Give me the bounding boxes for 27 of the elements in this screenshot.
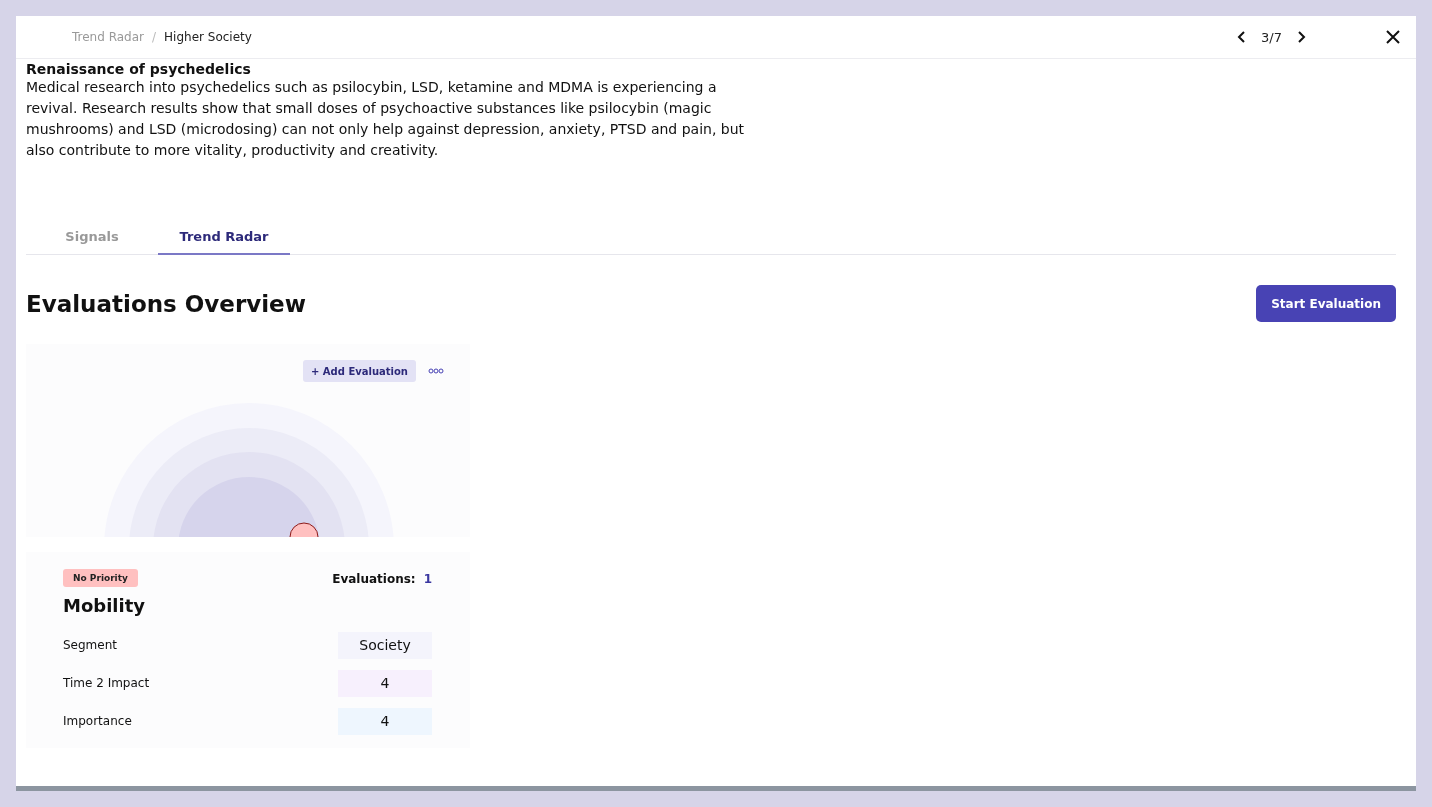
page-counter: 3/7 xyxy=(1261,29,1282,45)
trend-title: Renaissance of psychedelics xyxy=(26,61,252,77)
close-icon xyxy=(1386,30,1400,44)
chevron-right-icon xyxy=(1296,30,1306,44)
attribute-label: Importance xyxy=(63,714,132,728)
evaluations-count: 1 xyxy=(423,572,432,586)
next-button[interactable] xyxy=(1296,30,1306,44)
priority-badge: No Priority xyxy=(63,568,138,587)
tab[interactable]: Trend Radar xyxy=(158,219,290,255)
chevron-left-icon xyxy=(1237,30,1248,44)
attribute-value: 4 xyxy=(338,669,432,697)
trend-description: Medical research into psychedelics such as psilocybin, LSD, ketamine and MDMA is experiencing a revival. Research results show that small doses of psychoactive substances like psilocybin (magic mushrooms) and LSD (microdosing) can not only help against depression, anxiety, PTSD and pain, but also contribute to more vitality, productivity and creativity. xyxy=(26,78,746,160)
attribute-label: Time 2 Impact xyxy=(63,676,150,690)
start-evaluation-button[interactable]: Start Evaluation xyxy=(1256,285,1396,322)
previous-button[interactable] xyxy=(1237,30,1248,44)
section-title: Evaluations Overview xyxy=(26,290,306,317)
add-evaluation-button[interactable]: + Add Evaluation xyxy=(303,360,416,382)
attribute-value: Society xyxy=(338,631,432,659)
breadcrumb-separator: / xyxy=(152,30,157,44)
more-options-button[interactable] xyxy=(428,368,444,374)
evaluation-name: Mobility xyxy=(63,595,146,616)
close-button[interactable] xyxy=(1386,30,1400,44)
more-icon xyxy=(428,368,444,374)
attribute-value: 4 xyxy=(338,707,432,735)
attribute-label: Segment xyxy=(63,638,117,652)
breadcrumb-item: Higher Society xyxy=(164,30,252,44)
evaluations-label: Evaluations: xyxy=(332,572,416,586)
